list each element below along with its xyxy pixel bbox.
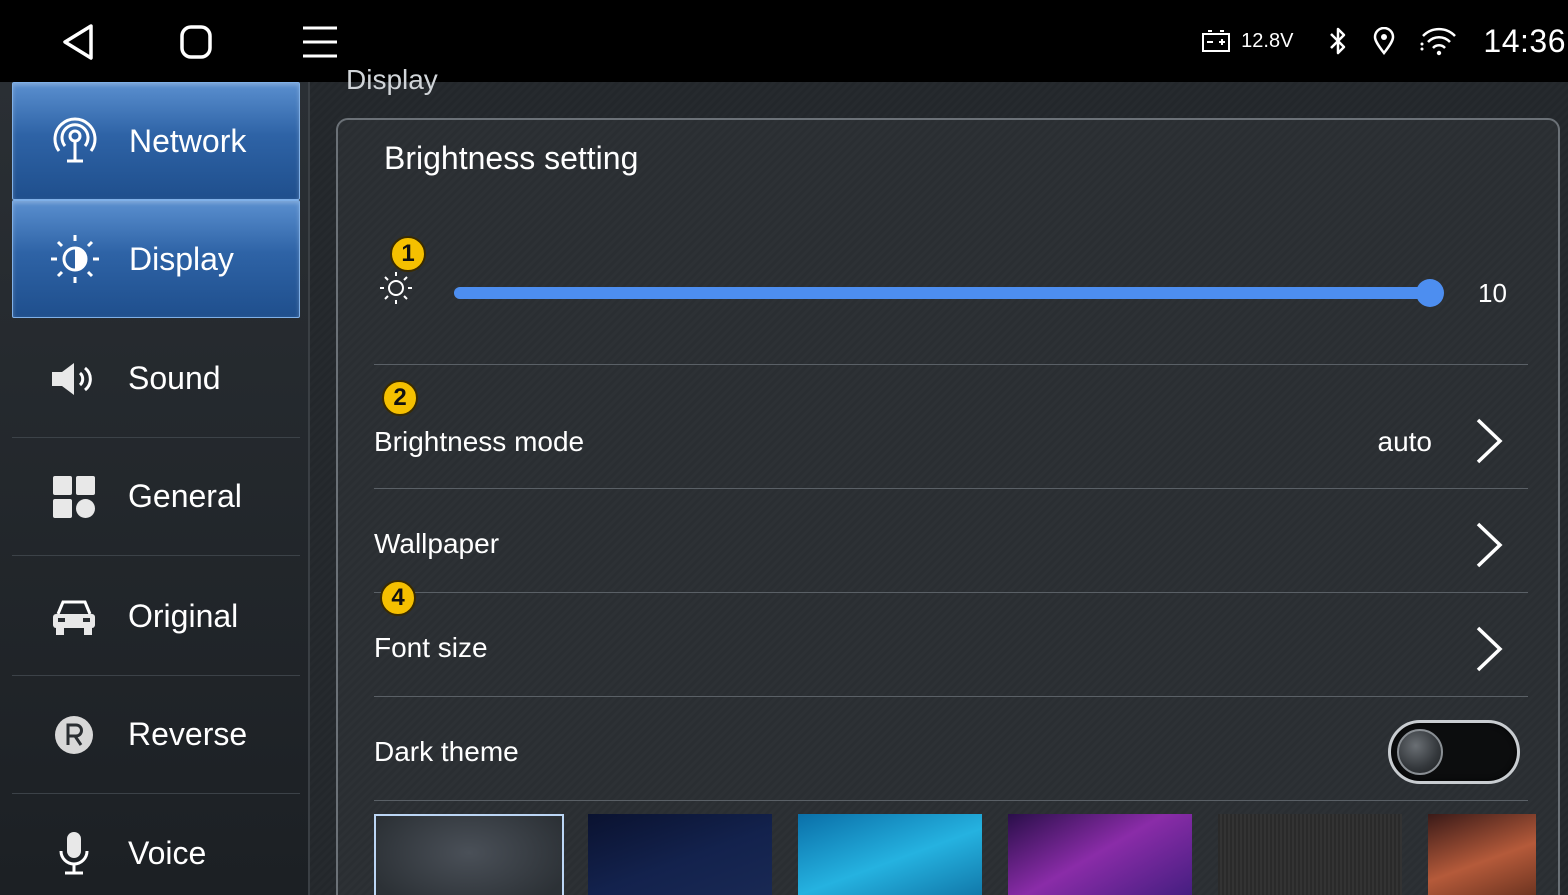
- card-title: Brightness setting: [384, 140, 639, 176]
- sidebar-item-original[interactable]: Original: [12, 558, 300, 676]
- sidebar-item-label: Display: [129, 240, 234, 277]
- sidebar-item-label: Original: [128, 598, 239, 634]
- recent-apps-button[interactable]: [292, 16, 348, 68]
- sidebar-item-label: Network: [129, 122, 247, 159]
- display-settings-panel: Display Brightness setting 10 1 2 Bright…: [310, 64, 1568, 895]
- back-triangle-icon: [63, 24, 93, 60]
- sidebar-item-general[interactable]: General: [12, 438, 300, 556]
- clock: 14:36: [1483, 22, 1566, 59]
- status-icons: 12.8V 14:36: [1201, 0, 1568, 82]
- sidebar-item-reverse[interactable]: Reverse: [12, 676, 300, 794]
- bluetooth-icon: [1330, 27, 1346, 55]
- callout-badge-1: 1: [390, 236, 426, 272]
- network-antenna-icon: [47, 113, 103, 169]
- grid-icon: [46, 469, 102, 525]
- battery-icon: [1202, 30, 1231, 52]
- speaker-icon: [46, 351, 102, 407]
- home-button[interactable]: [168, 16, 224, 68]
- wallpaper-row[interactable]: Wallpaper: [374, 490, 1528, 594]
- sidebar-item-label: Sound: [128, 360, 221, 396]
- battery-voltage: 12.8V: [1201, 29, 1293, 53]
- divider: [374, 488, 1528, 489]
- section-title: Display: [346, 64, 438, 95]
- chevron-right-icon: [1476, 522, 1503, 568]
- brightness-mode-row[interactable]: 2 Brightness mode auto: [374, 370, 1528, 474]
- wallpaper-thumb-3[interactable]: [798, 814, 982, 895]
- wallpaper-label: Wallpaper: [374, 528, 500, 559]
- sidebar-item-label: Reverse: [128, 716, 248, 752]
- home-square-icon: [180, 25, 212, 59]
- chevron-right-icon: [1476, 418, 1503, 464]
- brightness-slider-fill: [454, 287, 1438, 299]
- wallpaper-thumb-4[interactable]: [1008, 814, 1192, 895]
- wallpaper-thumb-5[interactable]: [1218, 814, 1402, 895]
- wallpaper-thumbnails: [374, 810, 1564, 895]
- back-button[interactable]: [50, 16, 106, 68]
- sun-icon: [47, 231, 103, 287]
- microphone-icon: [46, 825, 102, 881]
- hamburger-menu-icon: [303, 26, 337, 58]
- wifi-icon: [1420, 27, 1457, 56]
- divider: [374, 592, 1528, 593]
- divider: [374, 696, 1528, 697]
- bluetooth-status: [1327, 26, 1349, 56]
- font-size-label: Font size: [374, 632, 488, 663]
- sidebar-item-sound[interactable]: Sound: [12, 320, 300, 438]
- car-icon: [46, 589, 102, 645]
- brightness-mode-value: auto: [1377, 426, 1433, 457]
- chevron-right-icon: [1476, 626, 1503, 672]
- callout-badge-2: 2: [382, 380, 418, 416]
- brightness-slider-thumb[interactable]: [1416, 279, 1444, 307]
- wallpaper-thumb-1[interactable]: [374, 814, 564, 895]
- divider: [374, 800, 1528, 801]
- voltage-text: 12.8V: [1241, 29, 1294, 52]
- sidebar-item-label: General: [128, 478, 242, 514]
- brightness-sun-icon: [376, 268, 416, 313]
- brightness-mode-label: Brightness mode: [374, 426, 585, 457]
- dark-theme-row: Dark theme: [374, 698, 1528, 802]
- sidebar-item-label: Voice: [128, 834, 207, 871]
- wallpaper-thumb-6[interactable]: [1428, 814, 1536, 895]
- sidebar-item-voice[interactable]: Voice: [12, 794, 300, 895]
- wallpaper-thumb-2[interactable]: [588, 814, 772, 895]
- reverse-r-icon: [46, 707, 102, 763]
- location-pin-icon: [1374, 27, 1395, 55]
- font-size-row[interactable]: Font size: [374, 594, 1528, 698]
- brightness-slider-track[interactable]: [454, 287, 1438, 299]
- brightness-slider-row: 10 1: [374, 212, 1524, 352]
- divider: [374, 364, 1528, 365]
- brightness-settings-card: Brightness setting 10 1 2 Brightness mod…: [336, 118, 1560, 895]
- sidebar-item-network[interactable]: Network: [12, 82, 300, 200]
- settings-sidebar: Network Display Sound General Original R…: [0, 82, 310, 895]
- toggle-knob: [1397, 729, 1443, 775]
- status-bar: 12.8V 14:36: [0, 0, 1568, 82]
- wifi-status: [1419, 26, 1459, 56]
- sidebar-item-display[interactable]: Display: [12, 200, 300, 318]
- dark-theme-toggle[interactable]: [1388, 720, 1520, 784]
- dark-theme-label: Dark theme: [374, 736, 519, 767]
- location-status: [1373, 27, 1395, 55]
- brightness-value: 10: [1478, 278, 1507, 308]
